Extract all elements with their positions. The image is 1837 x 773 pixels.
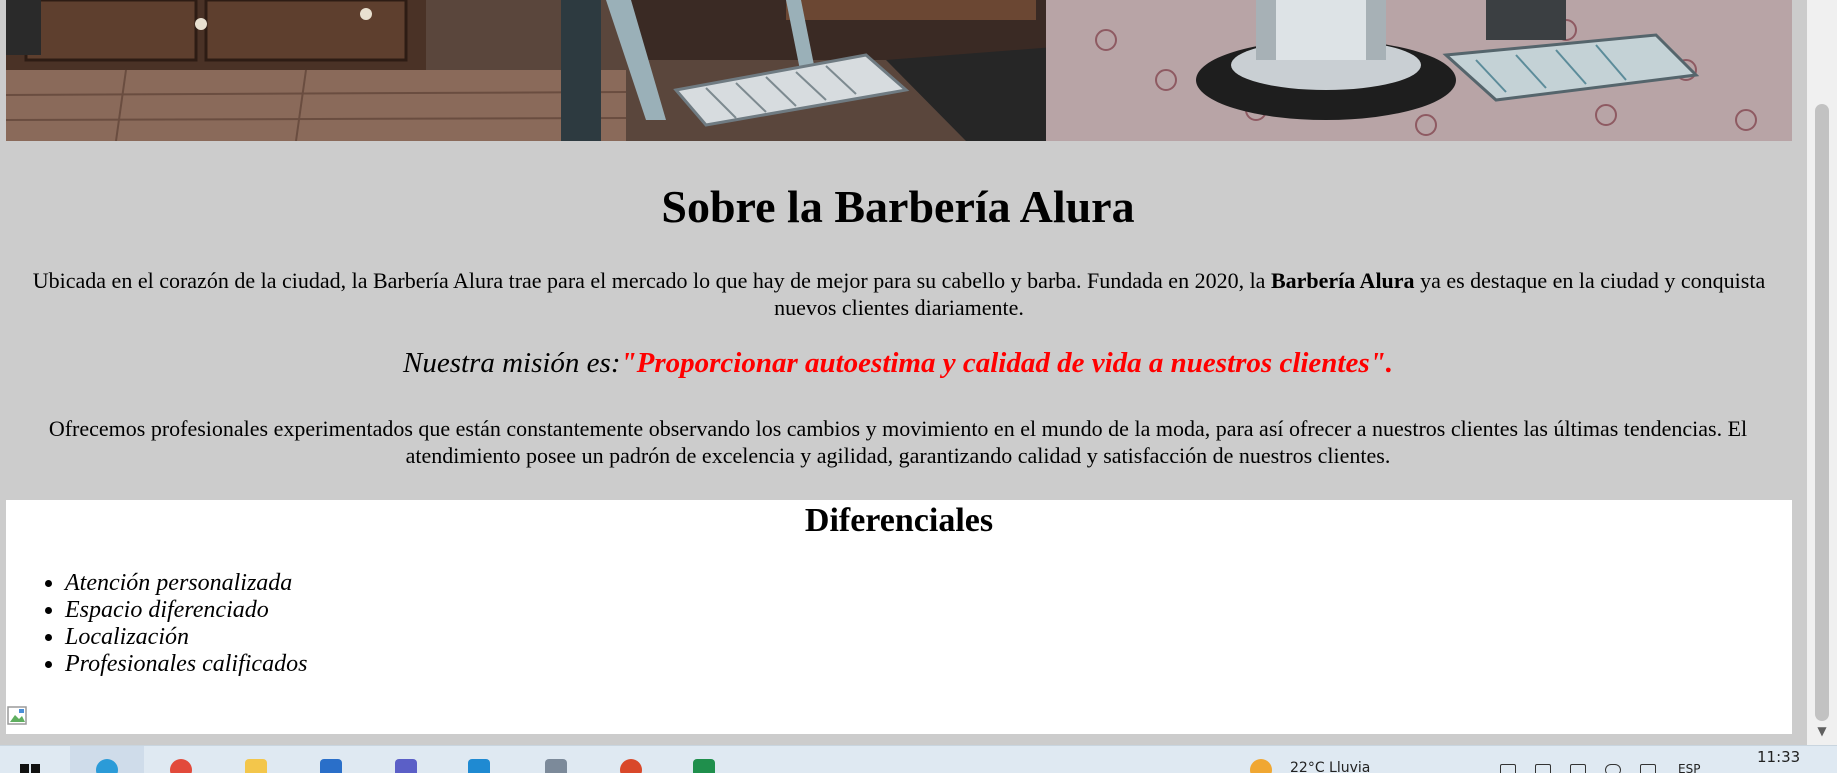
broken-image-icon <box>7 706 27 725</box>
list-item: Localización <box>65 624 307 651</box>
weather-text[interactable]: 22°C Lluvia <box>1290 760 1370 773</box>
list-item: Espacio diferenciado <box>65 597 307 624</box>
list-item: Atención personalizada <box>65 570 307 597</box>
language-indicator[interactable]: ESP <box>1678 762 1700 773</box>
diferenciales-section: Diferenciales Atención personalizada Esp… <box>6 500 1792 734</box>
mission-label: Nuestra misión es: <box>403 347 621 379</box>
mission-statement: Nuestra misión es:"Proporcionar autoesti… <box>0 346 1796 381</box>
calculator-icon[interactable] <box>545 759 567 773</box>
mission-quote: "Proporcionar autoestima y calidad de vi… <box>620 347 1394 379</box>
vertical-scrollbar[interactable]: ▼ <box>1807 0 1837 745</box>
weather-icon[interactable] <box>1250 759 1272 773</box>
teams-icon[interactable] <box>395 759 417 773</box>
services-paragraph: Ofrecemos profesionales experimentados q… <box>48 416 1748 468</box>
vscode-icon[interactable] <box>468 759 490 773</box>
excel-icon[interactable] <box>693 759 715 773</box>
taskbar-active-app[interactable] <box>70 746 144 773</box>
mail-icon[interactable] <box>320 759 342 773</box>
edge-icon <box>96 759 118 773</box>
brand-name-bold: Barbería Alura <box>1270 268 1415 293</box>
office-icon[interactable] <box>620 759 642 773</box>
intro-text-start: Ubicada en el corazón de la ciudad, la B… <box>32 268 1271 293</box>
taskbar-clock[interactable]: 11:33 <box>1757 748 1800 766</box>
list-item: Profesionales calificados <box>65 651 307 678</box>
about-section: Sobre la Barbería Alura Ubicada en el co… <box>0 141 1796 499</box>
windows-taskbar: 22°C Lluvia ESP 11:33 <box>0 745 1837 773</box>
intro-paragraph: Ubicada en el corazón de la ciudad, la B… <box>10 267 1788 321</box>
web-page: Sobre la Barbería Alura Ubicada en el co… <box>0 0 1807 734</box>
diferenciales-title: Diferenciales <box>804 502 994 539</box>
scrollbar-thumb[interactable] <box>1815 104 1829 721</box>
scroll-down-arrow-icon[interactable]: ▼ <box>1814 723 1830 739</box>
page-title: Sobre la Barbería Alura <box>661 181 1135 232</box>
barbershop-photo <box>6 0 1792 141</box>
file-explorer-icon[interactable] <box>245 759 267 773</box>
chrome-icon[interactable] <box>170 759 192 773</box>
hero-banner-image <box>6 0 1792 141</box>
diferenciales-list: Atención personalizada Espacio diferenci… <box>6 570 307 678</box>
